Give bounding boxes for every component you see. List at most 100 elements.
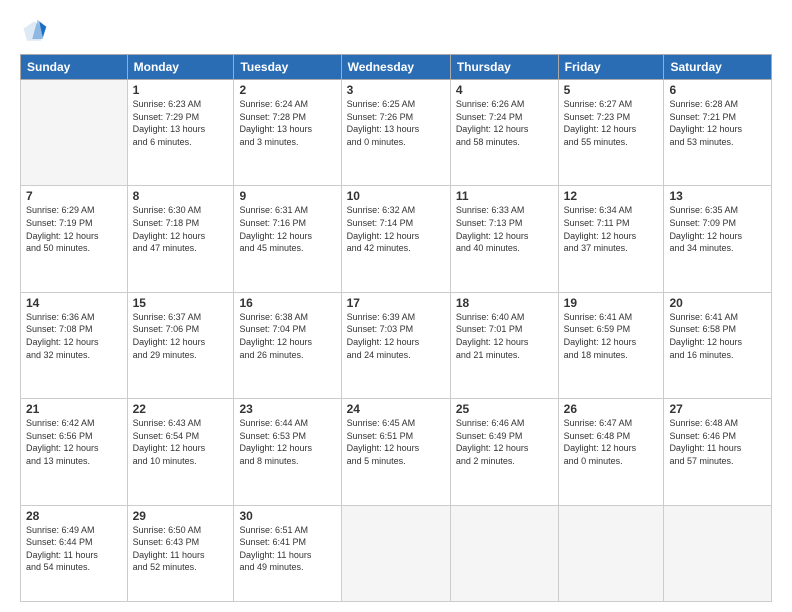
day-info: Sunrise: 6:39 AM Sunset: 7:03 PM Dayligh… [347,311,445,361]
calendar-cell: 30Sunrise: 6:51 AM Sunset: 6:41 PM Dayli… [234,505,341,601]
day-number: 24 [347,402,445,416]
calendar-cell: 23Sunrise: 6:44 AM Sunset: 6:53 PM Dayli… [234,399,341,505]
day-info: Sunrise: 6:47 AM Sunset: 6:48 PM Dayligh… [564,417,659,467]
day-info: Sunrise: 6:26 AM Sunset: 7:24 PM Dayligh… [456,98,553,148]
calendar-cell: 15Sunrise: 6:37 AM Sunset: 7:06 PM Dayli… [127,292,234,398]
day-info: Sunrise: 6:36 AM Sunset: 7:08 PM Dayligh… [26,311,122,361]
col-header-sunday: Sunday [21,55,128,80]
calendar-cell: 9Sunrise: 6:31 AM Sunset: 7:16 PM Daylig… [234,186,341,292]
calendar-cell: 6Sunrise: 6:28 AM Sunset: 7:21 PM Daylig… [664,80,772,186]
day-info: Sunrise: 6:38 AM Sunset: 7:04 PM Dayligh… [239,311,335,361]
calendar-cell [21,80,128,186]
calendar: SundayMondayTuesdayWednesdayThursdayFrid… [20,54,772,602]
logo-icon [20,18,48,46]
col-header-saturday: Saturday [664,55,772,80]
day-number: 3 [347,83,445,97]
week-row-3: 14Sunrise: 6:36 AM Sunset: 7:08 PM Dayli… [21,292,772,398]
day-number: 4 [456,83,553,97]
day-number: 29 [133,509,229,523]
day-number: 12 [564,189,659,203]
day-number: 25 [456,402,553,416]
day-number: 23 [239,402,335,416]
week-row-5: 28Sunrise: 6:49 AM Sunset: 6:44 PM Dayli… [21,505,772,601]
day-info: Sunrise: 6:46 AM Sunset: 6:49 PM Dayligh… [456,417,553,467]
day-number: 1 [133,83,229,97]
calendar-cell: 4Sunrise: 6:26 AM Sunset: 7:24 PM Daylig… [450,80,558,186]
day-info: Sunrise: 6:48 AM Sunset: 6:46 PM Dayligh… [669,417,766,467]
day-number: 19 [564,296,659,310]
day-number: 7 [26,189,122,203]
day-info: Sunrise: 6:43 AM Sunset: 6:54 PM Dayligh… [133,417,229,467]
day-number: 5 [564,83,659,97]
day-number: 16 [239,296,335,310]
day-info: Sunrise: 6:42 AM Sunset: 6:56 PM Dayligh… [26,417,122,467]
day-number: 2 [239,83,335,97]
page: SundayMondayTuesdayWednesdayThursdayFrid… [0,0,792,612]
day-info: Sunrise: 6:31 AM Sunset: 7:16 PM Dayligh… [239,204,335,254]
day-number: 13 [669,189,766,203]
calendar-cell: 18Sunrise: 6:40 AM Sunset: 7:01 PM Dayli… [450,292,558,398]
day-info: Sunrise: 6:32 AM Sunset: 7:14 PM Dayligh… [347,204,445,254]
week-row-4: 21Sunrise: 6:42 AM Sunset: 6:56 PM Dayli… [21,399,772,505]
calendar-cell: 22Sunrise: 6:43 AM Sunset: 6:54 PM Dayli… [127,399,234,505]
week-row-1: 1Sunrise: 6:23 AM Sunset: 7:29 PM Daylig… [21,80,772,186]
day-info: Sunrise: 6:44 AM Sunset: 6:53 PM Dayligh… [239,417,335,467]
calendar-cell: 29Sunrise: 6:50 AM Sunset: 6:43 PM Dayli… [127,505,234,601]
day-number: 9 [239,189,335,203]
day-info: Sunrise: 6:29 AM Sunset: 7:19 PM Dayligh… [26,204,122,254]
day-number: 27 [669,402,766,416]
col-header-wednesday: Wednesday [341,55,450,80]
logo [20,18,52,46]
week-row-2: 7Sunrise: 6:29 AM Sunset: 7:19 PM Daylig… [21,186,772,292]
day-number: 6 [669,83,766,97]
col-header-friday: Friday [558,55,664,80]
day-info: Sunrise: 6:50 AM Sunset: 6:43 PM Dayligh… [133,524,229,574]
day-number: 17 [347,296,445,310]
day-number: 20 [669,296,766,310]
day-info: Sunrise: 6:41 AM Sunset: 6:58 PM Dayligh… [669,311,766,361]
day-number: 30 [239,509,335,523]
day-info: Sunrise: 6:37 AM Sunset: 7:06 PM Dayligh… [133,311,229,361]
calendar-cell: 24Sunrise: 6:45 AM Sunset: 6:51 PM Dayli… [341,399,450,505]
calendar-cell: 13Sunrise: 6:35 AM Sunset: 7:09 PM Dayli… [664,186,772,292]
calendar-cell [450,505,558,601]
day-number: 14 [26,296,122,310]
calendar-cell: 3Sunrise: 6:25 AM Sunset: 7:26 PM Daylig… [341,80,450,186]
day-number: 28 [26,509,122,523]
day-info: Sunrise: 6:25 AM Sunset: 7:26 PM Dayligh… [347,98,445,148]
calendar-cell: 20Sunrise: 6:41 AM Sunset: 6:58 PM Dayli… [664,292,772,398]
day-info: Sunrise: 6:33 AM Sunset: 7:13 PM Dayligh… [456,204,553,254]
day-info: Sunrise: 6:49 AM Sunset: 6:44 PM Dayligh… [26,524,122,574]
day-info: Sunrise: 6:45 AM Sunset: 6:51 PM Dayligh… [347,417,445,467]
day-info: Sunrise: 6:28 AM Sunset: 7:21 PM Dayligh… [669,98,766,148]
day-number: 26 [564,402,659,416]
col-header-tuesday: Tuesday [234,55,341,80]
calendar-cell: 12Sunrise: 6:34 AM Sunset: 7:11 PM Dayli… [558,186,664,292]
calendar-cell: 10Sunrise: 6:32 AM Sunset: 7:14 PM Dayli… [341,186,450,292]
calendar-cell [664,505,772,601]
day-info: Sunrise: 6:34 AM Sunset: 7:11 PM Dayligh… [564,204,659,254]
col-header-monday: Monday [127,55,234,80]
day-number: 21 [26,402,122,416]
calendar-cell: 14Sunrise: 6:36 AM Sunset: 7:08 PM Dayli… [21,292,128,398]
calendar-cell: 2Sunrise: 6:24 AM Sunset: 7:28 PM Daylig… [234,80,341,186]
calendar-cell: 16Sunrise: 6:38 AM Sunset: 7:04 PM Dayli… [234,292,341,398]
day-info: Sunrise: 6:41 AM Sunset: 6:59 PM Dayligh… [564,311,659,361]
day-info: Sunrise: 6:27 AM Sunset: 7:23 PM Dayligh… [564,98,659,148]
calendar-cell: 1Sunrise: 6:23 AM Sunset: 7:29 PM Daylig… [127,80,234,186]
calendar-cell: 7Sunrise: 6:29 AM Sunset: 7:19 PM Daylig… [21,186,128,292]
calendar-cell: 28Sunrise: 6:49 AM Sunset: 6:44 PM Dayli… [21,505,128,601]
calendar-cell: 5Sunrise: 6:27 AM Sunset: 7:23 PM Daylig… [558,80,664,186]
calendar-cell: 8Sunrise: 6:30 AM Sunset: 7:18 PM Daylig… [127,186,234,292]
day-info: Sunrise: 6:24 AM Sunset: 7:28 PM Dayligh… [239,98,335,148]
day-number: 18 [456,296,553,310]
calendar-cell: 21Sunrise: 6:42 AM Sunset: 6:56 PM Dayli… [21,399,128,505]
calendar-cell: 27Sunrise: 6:48 AM Sunset: 6:46 PM Dayli… [664,399,772,505]
day-number: 15 [133,296,229,310]
day-info: Sunrise: 6:30 AM Sunset: 7:18 PM Dayligh… [133,204,229,254]
calendar-cell: 17Sunrise: 6:39 AM Sunset: 7:03 PM Dayli… [341,292,450,398]
day-number: 11 [456,189,553,203]
day-number: 22 [133,402,229,416]
day-info: Sunrise: 6:23 AM Sunset: 7:29 PM Dayligh… [133,98,229,148]
calendar-cell: 11Sunrise: 6:33 AM Sunset: 7:13 PM Dayli… [450,186,558,292]
